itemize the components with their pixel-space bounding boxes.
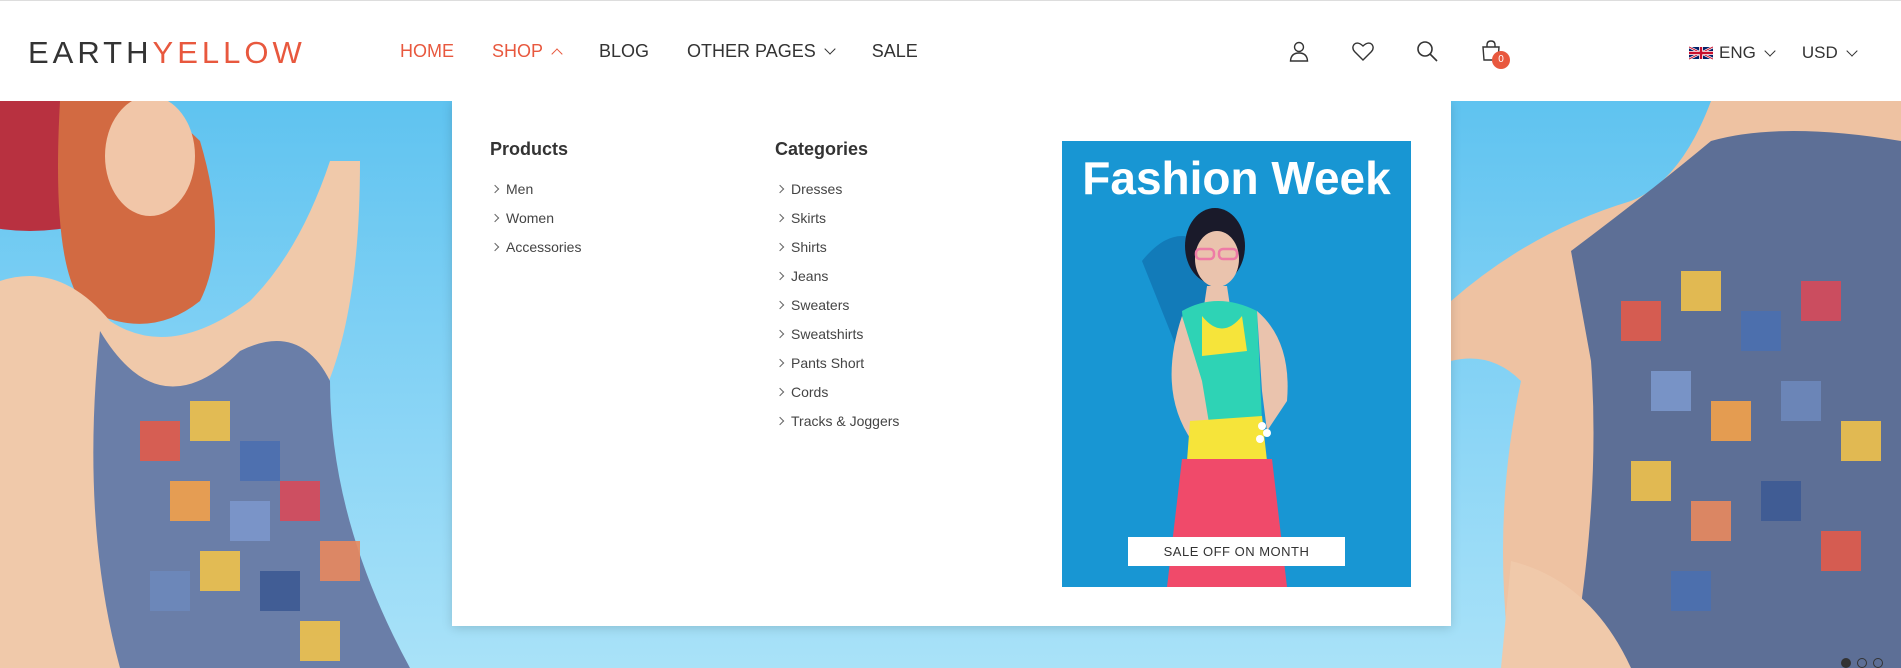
nav-blog[interactable]: BLOG [599, 41, 649, 62]
menu-item-label: Shirts [791, 238, 827, 255]
menu-item-women[interactable]: Women [490, 203, 581, 232]
menu-item-tracks-joggers[interactable]: Tracks & Joggers [775, 406, 899, 435]
language-label: ENG [1719, 43, 1756, 62]
hero-model-right-image [1451, 101, 1901, 668]
chevron-up-icon [551, 47, 563, 60]
menu-item-label: Sweaters [791, 296, 850, 313]
banner-model-image [1062, 141, 1411, 587]
menu-item-accessories[interactable]: Accessories [490, 232, 581, 261]
nav-other-pages[interactable]: OTHER PAGES [687, 41, 836, 62]
cart-button[interactable]: 0 [1479, 39, 1510, 69]
hero-model-left-image [0, 101, 411, 668]
uk-flag-icon [1689, 45, 1713, 61]
nav-home[interactable]: HOME [400, 41, 454, 62]
menu-item-label: Sweatshirts [791, 325, 864, 342]
menu-item-pants-short[interactable]: Pants Short [775, 348, 899, 377]
products-heading: Products [490, 139, 569, 159]
main-nav: HOME SHOP BLOG OTHER PAGES SALE [400, 41, 918, 62]
chevron-right-icon [775, 300, 785, 309]
categories-list: Dresses Skirts Shirts Jeans Sweaters Swe… [775, 174, 899, 435]
header-icons: 0 [1287, 39, 1510, 69]
heart-icon[interactable] [1351, 39, 1375, 63]
currency-select[interactable]: USD [1801, 43, 1858, 63]
menu-item-sweatshirts[interactable]: Sweatshirts [775, 319, 899, 348]
chevron-right-icon [775, 358, 785, 367]
sale-off-button[interactable]: SALE OFF ON MONTH [1128, 537, 1345, 566]
nav-sale-label: SALE [871, 41, 918, 61]
chevron-down-icon [1846, 44, 1858, 57]
chevron-right-icon [775, 416, 785, 425]
nav-blog-label: BLOG [599, 41, 650, 61]
fashion-week-banner[interactable]: Fashion Week SALE OFF ON MONTH [1062, 141, 1411, 587]
chevron-right-icon [775, 213, 785, 222]
menu-item-shirts[interactable]: Shirts [775, 232, 899, 261]
menu-item-label: Skirts [791, 209, 826, 226]
slider-dot[interactable] [1857, 658, 1867, 668]
site-header: EARTHYELLOW HOME SHOP BLOG OTHER PAGES S… [0, 0, 1901, 101]
menu-item-dresses[interactable]: Dresses [775, 174, 899, 203]
menu-item-label: Pants Short [791, 354, 865, 371]
banner-title: Fashion Week [1082, 152, 1391, 204]
nav-shop[interactable]: SHOP [492, 41, 563, 62]
locale-switcher: ENG USD [1689, 43, 1858, 63]
language-select[interactable]: ENG [1689, 43, 1776, 63]
menu-item-label: Tracks & Joggers [791, 412, 900, 429]
menu-item-label: Dresses [791, 180, 843, 197]
cart-count-badge: 0 [1492, 51, 1510, 69]
products-column: Products Men Women Accessories [490, 139, 581, 261]
chevron-right-icon [490, 242, 500, 251]
nav-sale[interactable]: SALE [872, 41, 918, 62]
nav-other-pages-label: OTHER PAGES [687, 41, 816, 61]
menu-item-label: Jeans [791, 267, 829, 284]
menu-item-label: Women [506, 209, 554, 226]
chevron-right-icon [775, 329, 785, 338]
menu-item-jeans[interactable]: Jeans [775, 261, 899, 290]
menu-item-label: Men [506, 180, 534, 197]
menu-item-men[interactable]: Men [490, 174, 581, 203]
menu-item-sweaters[interactable]: Sweaters [775, 290, 899, 319]
logo-part-1: EARTH [28, 35, 153, 70]
chevron-right-icon [775, 271, 785, 280]
slider-dot[interactable] [1841, 658, 1851, 668]
currency-label: USD [1801, 43, 1838, 62]
chevron-down-icon [824, 43, 836, 55]
menu-item-label: Accessories [506, 238, 582, 255]
chevron-right-icon [490, 213, 500, 222]
menu-item-label: Cords [791, 383, 829, 400]
nav-shop-label: SHOP [492, 41, 544, 61]
chevron-right-icon [775, 242, 785, 251]
categories-heading: Categories [775, 139, 869, 159]
search-icon[interactable] [1415, 39, 1439, 63]
slider-dots[interactable] [1841, 658, 1883, 668]
chevron-right-icon [490, 184, 500, 193]
site-logo[interactable]: EARTHYELLOW [28, 35, 306, 71]
slider-dot[interactable] [1873, 658, 1883, 668]
nav-home-label: HOME [400, 41, 454, 61]
user-icon[interactable] [1287, 39, 1311, 63]
logo-part-2: YELLOW [152, 35, 306, 70]
chevron-right-icon [775, 387, 785, 396]
chevron-down-icon [1764, 44, 1776, 57]
menu-item-skirts[interactable]: Skirts [775, 203, 899, 232]
shop-mega-menu: Products Men Women Accessories Categorie… [452, 101, 1451, 626]
categories-column: Categories Dresses Skirts Shirts Jeans S… [775, 139, 899, 435]
products-list: Men Women Accessories [490, 174, 581, 261]
menu-item-cords[interactable]: Cords [775, 377, 899, 406]
chevron-right-icon [775, 184, 785, 193]
